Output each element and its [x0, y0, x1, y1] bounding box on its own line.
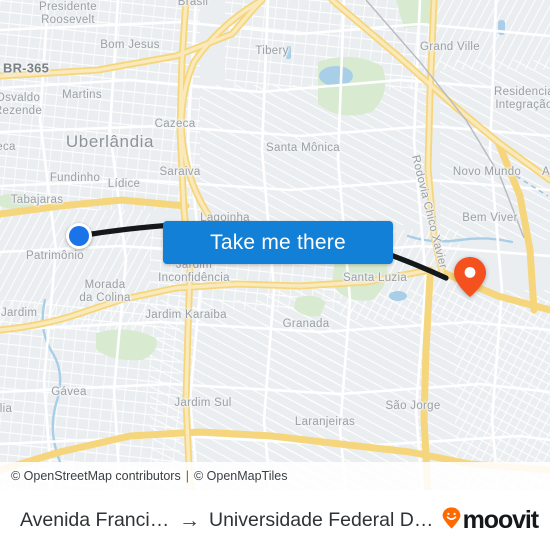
attribution-openmaptiles[interactable]: © OpenMapTiles	[194, 469, 288, 483]
take-me-there-button[interactable]: Take me there	[163, 221, 393, 264]
route-destination-label: Universidade Federal De Uberl...	[209, 508, 436, 531]
map-canvas[interactable]: Presidente Roosevelt Brasil Bom Jesus Tiber…	[0, 0, 550, 490]
moovit-map-screen: Presidente Roosevelt Brasil Bom Jesus Tiber…	[0, 0, 550, 550]
attribution-osm[interactable]: © OpenStreetMap contributors	[11, 469, 181, 483]
origin-dot-marker[interactable]	[66, 223, 92, 249]
moovit-wordmark: moovit	[462, 505, 539, 534]
origin-dot-inner	[69, 226, 89, 246]
moovit-pin-icon	[442, 506, 461, 534]
arrow-right-icon: →	[179, 508, 200, 532]
footer-bar: Avenida Francisc... → Universidade Feder…	[0, 490, 550, 550]
attribution-separator: |	[185, 469, 189, 483]
destination-pin-marker[interactable]	[453, 255, 487, 299]
route-summary: Avenida Francisc... → Universidade Feder…	[20, 509, 436, 532]
moovit-brand[interactable]: moovit	[442, 505, 539, 534]
map-attribution: © OpenStreetMap contributors | © OpenMap…	[0, 462, 550, 490]
route-origin-label: Avenida Francisc...	[20, 508, 170, 531]
